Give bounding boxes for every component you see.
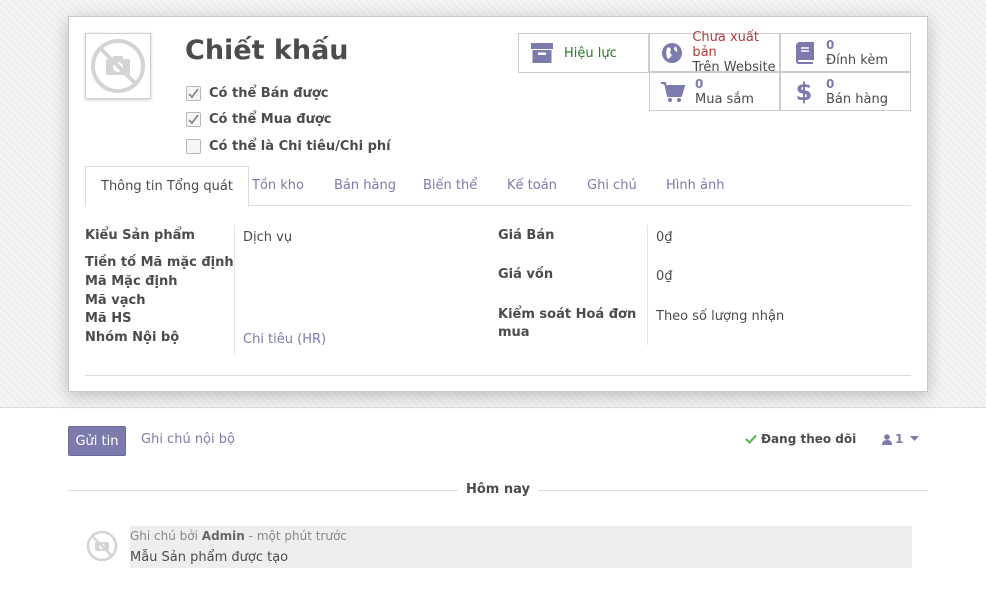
date-separator-line-left	[68, 490, 458, 491]
cost-value[interactable]: 0₫	[656, 268, 673, 286]
follow-toggle[interactable]: Đang theo dõi	[745, 432, 856, 446]
can-be-expensed-label: Có thể là Chi tiêu/Chi phí	[209, 138, 391, 154]
internal-category-label: Nhóm Nội bộ	[85, 330, 180, 345]
sale-price-label: Giá Bán	[498, 228, 555, 243]
attachments-count: 0	[826, 37, 835, 52]
tab-notes[interactable]: Ghi chú	[587, 166, 637, 206]
check-icon	[745, 434, 757, 444]
no-image-icon	[86, 530, 118, 562]
svg-text:$: $	[796, 79, 812, 105]
sales-button[interactable]: $ 0 Bán hàng	[780, 72, 911, 111]
can-be-sold-label: Có thể Bán được	[209, 85, 329, 101]
notebook-tabs: Thông tin Tổng quát Tồn kho Bán hàng Biế…	[85, 166, 911, 207]
sale-price-value[interactable]: 0₫	[656, 229, 673, 247]
hs-code-label: Mã HS	[85, 311, 132, 326]
smart-buttons: Hiệu lực Chưa xuất bản Trên Website 0 Đí…	[518, 30, 912, 112]
message-body: Mẫu Sản phẩm được tạo	[130, 550, 289, 565]
purchases-count: 0	[695, 76, 704, 91]
attachments-label: Đính kèm	[826, 52, 889, 68]
website-status-label: Chưa xuất bản	[692, 30, 759, 60]
purchases-button[interactable]: 0 Mua sắm	[649, 72, 780, 111]
can-be-expensed-checkbox[interactable]	[186, 138, 201, 154]
tab-general-information[interactable]: Thông tin Tổng quát	[85, 166, 249, 207]
date-separator-label: Hôm nay	[458, 482, 538, 497]
can-be-sold-row[interactable]: Có thể Bán được	[186, 80, 391, 107]
tab-variants[interactable]: Biến thể	[423, 166, 477, 206]
default-code-prefix-label: Tiền tố Mã mặc định	[85, 255, 234, 270]
message-time: - một phút trước	[248, 529, 347, 543]
cart-icon	[661, 81, 685, 102]
can-be-purchased-row[interactable]: Có thể Mua được	[186, 107, 391, 134]
active-label: Hiệu lực	[564, 45, 617, 61]
following-label: Đang theo dõi	[761, 432, 857, 446]
website-publish-button[interactable]: Chưa xuất bản Trên Website	[649, 30, 780, 75]
tab-images[interactable]: Hình ảnh	[666, 166, 724, 206]
product-type-label: Kiểu Sản phẩm	[85, 228, 195, 243]
globe-icon	[661, 42, 682, 63]
product-name[interactable]: Chiết khấu	[185, 35, 349, 66]
cost-label: Giá vốn	[498, 267, 554, 282]
can-be-expensed-row[interactable]: Có thể là Chi tiêu/Chi phí	[186, 133, 391, 160]
no-image-icon	[91, 39, 145, 93]
internal-reference-label: Mã Mặc định	[85, 274, 178, 289]
attachments-button[interactable]: 0 Đính kèm	[780, 33, 911, 72]
can-be-purchased-label: Có thể Mua được	[209, 112, 332, 128]
dollar-icon: $	[796, 79, 812, 105]
send-message-button[interactable]: Gửi tin	[68, 426, 126, 456]
message-prefix: Ghi chú bởi	[130, 529, 198, 543]
log-note-button[interactable]: Ghi chú nội bộ	[141, 432, 235, 447]
tab-inventory[interactable]: Tồn kho	[252, 166, 304, 206]
message-meta: Ghi chú bởi Admin - một phút trước	[130, 529, 347, 543]
book-icon	[795, 41, 814, 64]
internal-category-link[interactable]: Chi tiêu (HR)	[243, 331, 326, 349]
left-group-divider	[234, 225, 235, 355]
user-icon	[882, 433, 892, 445]
date-separator-line-right	[538, 490, 928, 491]
right-group-divider	[647, 225, 648, 345]
sales-label: Bán hàng	[826, 91, 888, 107]
followers-dropdown[interactable]: 1	[882, 432, 920, 446]
product-image[interactable]	[85, 33, 151, 99]
tab-accounting[interactable]: Kế toán	[507, 166, 557, 206]
chatter-message: Ghi chú bởi Admin - một phút trước Mẫu S…	[130, 526, 912, 568]
tab-sales[interactable]: Bán hàng	[334, 166, 396, 206]
archive-icon	[531, 43, 553, 63]
barcode-label: Mã vạch	[85, 293, 146, 308]
caret-down-icon	[910, 436, 920, 441]
product-flags: Có thể Bán được Có thể Mua được Có thể l…	[186, 80, 391, 160]
form-bottom-separator	[85, 375, 911, 376]
checkmark-icon	[188, 88, 199, 99]
product-type-value[interactable]: Dịch vụ	[243, 229, 292, 247]
followers-count: 1	[895, 432, 904, 446]
can-be-purchased-checkbox[interactable]	[186, 112, 201, 128]
active-toggle-button[interactable]: Hiệu lực	[518, 33, 649, 73]
bill-control-value[interactable]: Theo số lượng nhận	[656, 308, 784, 326]
checkmark-icon	[188, 114, 199, 125]
bill-control-label: Kiểm soát Hoá đơn mua	[498, 307, 637, 340]
message-author[interactable]: Admin	[202, 529, 245, 543]
avatar[interactable]	[86, 530, 118, 562]
sales-count: 0	[826, 76, 835, 91]
product-form-sheet: Chiết khấu Có thể Bán được Có thể Mua đư…	[68, 16, 928, 392]
purchases-label: Mua sắm	[695, 91, 754, 107]
can-be-sold-checkbox[interactable]	[186, 85, 201, 101]
